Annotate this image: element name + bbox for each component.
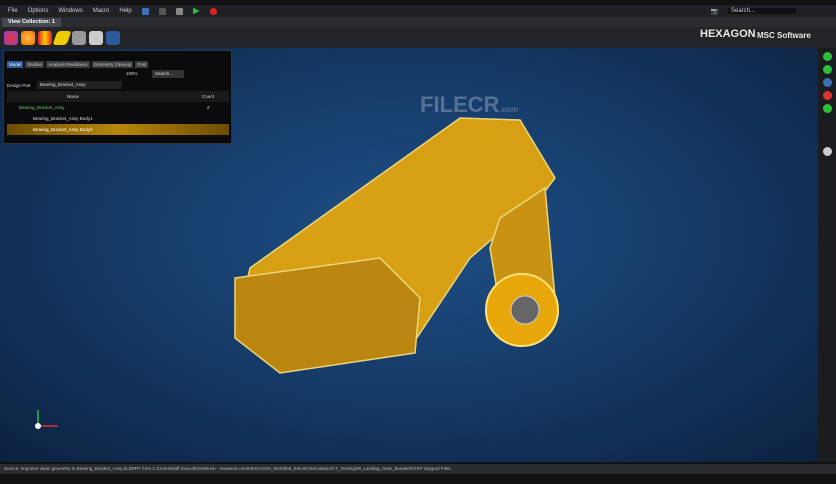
redo-icon[interactable]	[158, 7, 166, 15]
tab-model[interactable]: Model	[7, 61, 24, 68]
model-tree-panel: Model Studies Analysis Readiness Geometr…	[3, 50, 232, 144]
tab-view-collection[interactable]: View Collection: 1	[2, 18, 61, 27]
tab-studies[interactable]: Studies	[25, 61, 45, 68]
view-icon[interactable]	[822, 52, 832, 61]
menu-macro[interactable]: Macro	[93, 8, 110, 14]
design-part-label: Design Part	[7, 83, 31, 88]
menu-options[interactable]: Options	[28, 8, 49, 14]
design-part-select[interactable]: Bearing_Bracket_Assy	[37, 81, 122, 89]
mesh-icon[interactable]	[72, 30, 86, 45]
menu-bar: File Options Windows Macro Help 📷 Search…	[0, 5, 836, 17]
part-icon[interactable]	[21, 30, 35, 45]
panel-search[interactable]: Search...	[152, 70, 184, 78]
status-bar: Source: Imported clean geometry to Beari…	[0, 464, 836, 474]
connect-icon[interactable]	[89, 30, 103, 45]
watermark: FILECR.com	[420, 92, 519, 117]
menu-windows[interactable]: Windows	[58, 8, 82, 14]
menu-file[interactable]: File	[8, 8, 18, 14]
surface-icon[interactable]	[52, 30, 72, 45]
load-icon[interactable]	[38, 30, 52, 45]
record-icon[interactable]	[209, 7, 217, 15]
undo-icon[interactable]	[141, 7, 149, 15]
camera-icon[interactable]: 📷	[711, 8, 718, 15]
axis-triad	[35, 410, 58, 429]
shade-icon[interactable]	[822, 104, 832, 113]
tree-row[interactable]: Bearing_Bracket_Assy Body1	[7, 113, 229, 124]
bracket-base	[234, 257, 421, 374]
save-icon[interactable]	[175, 7, 183, 15]
msc-logo: MSC Software	[757, 31, 811, 40]
tab-post[interactable]: Post	[135, 61, 149, 68]
tab-bar: View Collection: 1	[0, 17, 836, 27]
tab-analysis-readiness[interactable]: Analysis Readiness	[46, 61, 90, 68]
tree-row[interactable]: Bearing_Bracket_Assy 2	[7, 102, 229, 113]
bearing-hole	[510, 295, 540, 325]
axis-icon[interactable]	[106, 30, 120, 45]
right-toolbar	[818, 48, 836, 462]
section-icon[interactable]	[822, 91, 832, 100]
rotate-icon[interactable]	[822, 65, 832, 74]
tree-header: Name Count	[7, 91, 229, 102]
menu-help[interactable]: Help	[119, 8, 131, 14]
tree-row-selected[interactable]: Bearing_Bracket_Assy Body2	[7, 124, 229, 135]
sphere-icon[interactable]	[822, 147, 832, 156]
material-icon[interactable]	[4, 30, 18, 45]
search-input[interactable]: Search...	[728, 8, 796, 14]
hexagon-logo: HEXAGON	[700, 28, 756, 40]
tab-geometry-cleanup[interactable]: Geometry Cleanup	[91, 61, 134, 68]
play-icon[interactable]	[192, 7, 200, 15]
zoom-level[interactable]: 100%	[126, 71, 138, 76]
fit-icon[interactable]	[822, 78, 832, 87]
